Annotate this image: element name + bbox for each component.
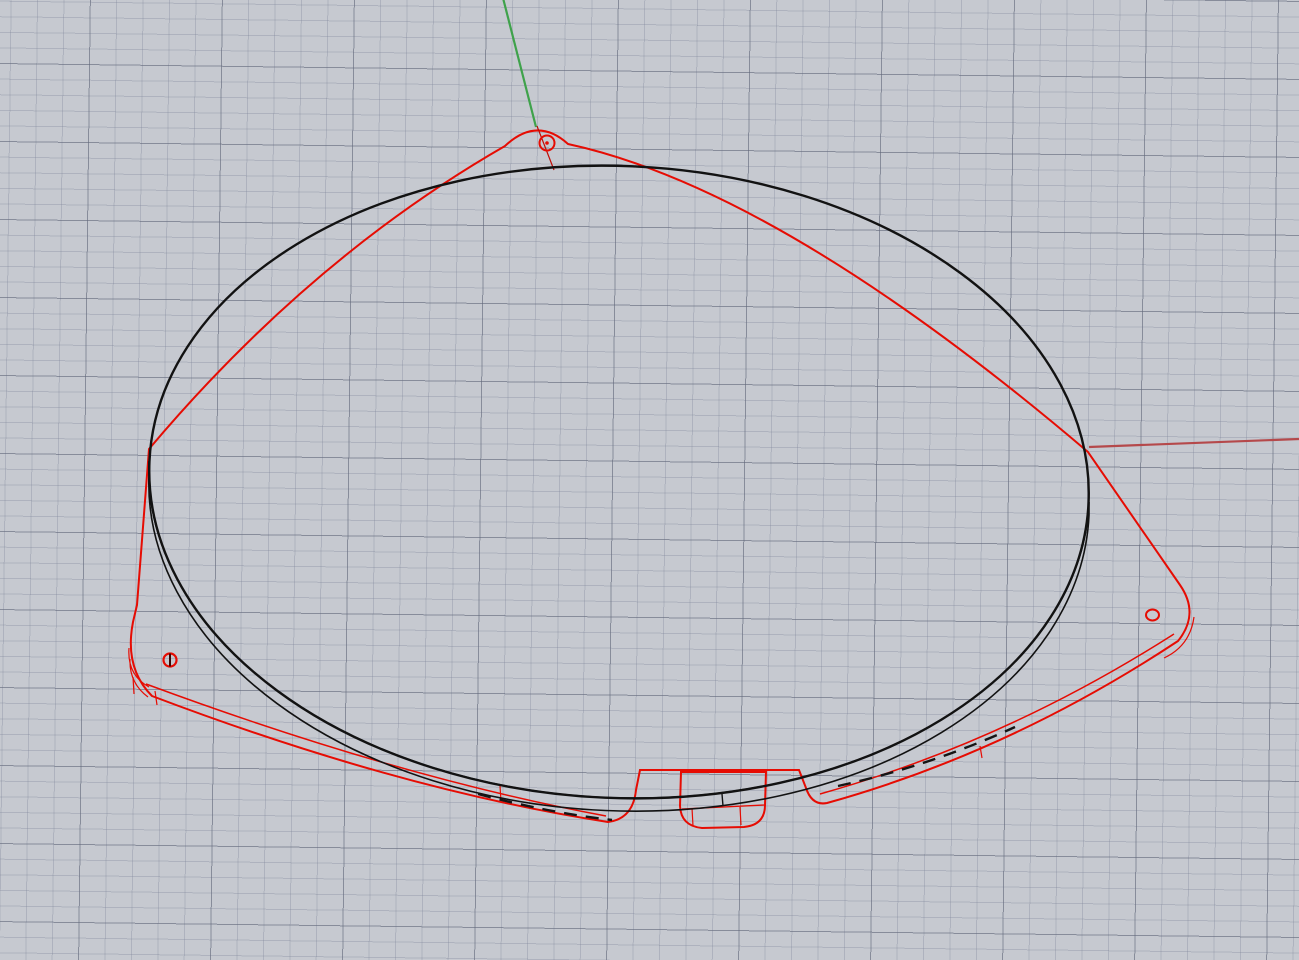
plate-right-band-seam: [820, 634, 1174, 794]
tab-seam-ticks: [692, 807, 741, 826]
disc-side-edge[interactable]: [149, 461, 1089, 811]
cad-viewport: [0, 0, 1299, 960]
model-canvas: [0, 0, 1299, 960]
y-axis-line: [503, 0, 536, 127]
x-axis-line: [1089, 439, 1299, 447]
plate-body[interactable]: [131, 130, 1190, 822]
screw-hole-right[interactable]: [1146, 610, 1159, 621]
disc-side-seam-tick: [722, 794, 723, 806]
disc-top-face[interactable]: [136, 146, 1103, 818]
plate-left-band-ticks: [133, 677, 501, 801]
screw-hole-top-center: [545, 141, 549, 145]
plate-left-band-seam: [146, 684, 606, 816]
